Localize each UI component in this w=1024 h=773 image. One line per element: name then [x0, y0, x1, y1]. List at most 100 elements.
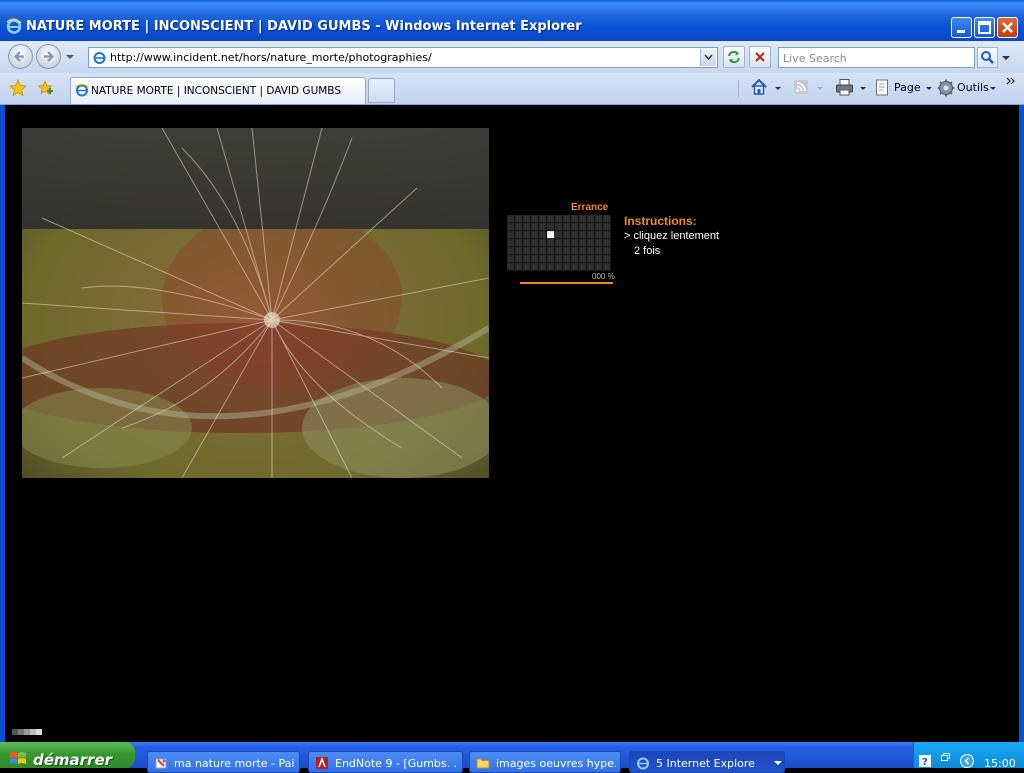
address-field[interactable]: http://www.incident.net/hors/nature_mort…: [88, 47, 718, 68]
search-button[interactable]: [977, 47, 998, 68]
grid-cell[interactable]: [563, 231, 571, 239]
grid-cell[interactable]: [539, 223, 547, 231]
grid-cell[interactable]: [531, 255, 539, 263]
grid-cell[interactable]: [507, 239, 515, 247]
grid-cell[interactable]: [579, 239, 587, 247]
grid-cell[interactable]: [587, 215, 595, 223]
grid-cell[interactable]: [555, 223, 563, 231]
grid-cell[interactable]: [563, 223, 571, 231]
restore-windows-icon[interactable]: [941, 753, 951, 761]
forward-button[interactable]: [36, 44, 61, 69]
grid-cell[interactable]: [507, 255, 515, 263]
home-button[interactable]: [750, 78, 784, 98]
grid-cell[interactable]: [539, 231, 547, 239]
grid-cell[interactable]: [507, 247, 515, 255]
errance-grid[interactable]: [507, 215, 611, 271]
grid-cell[interactable]: [515, 215, 523, 223]
grid-cell[interactable]: [547, 247, 555, 255]
help-icon[interactable]: ?: [919, 755, 931, 767]
grid-cell[interactable]: [563, 255, 571, 263]
grid-cell[interactable]: [587, 247, 595, 255]
grid-cell[interactable]: [587, 231, 595, 239]
grid-cell[interactable]: [571, 239, 579, 247]
show-hidden-icons-button[interactable]: [960, 754, 974, 768]
grid-cell[interactable]: [523, 255, 531, 263]
recent-pages-dropdown-icon[interactable]: [65, 53, 75, 61]
back-button[interactable]: [8, 44, 33, 69]
grid-cell[interactable]: [531, 247, 539, 255]
grid-cell[interactable]: [603, 255, 611, 263]
grid-cell[interactable]: [603, 247, 611, 255]
grid-cell[interactable]: [523, 239, 531, 247]
grid-cell[interactable]: [603, 231, 611, 239]
grid-cell[interactable]: [571, 223, 579, 231]
grid-cell[interactable]: [579, 247, 587, 255]
grid-cell[interactable]: [579, 231, 587, 239]
grid-cell[interactable]: [507, 215, 515, 223]
search-options-dropdown-icon[interactable]: [999, 47, 1013, 68]
grid-cell[interactable]: [515, 231, 523, 239]
tools-menu-button[interactable]: Outils: [937, 78, 999, 98]
add-favorite-icon[interactable]: [36, 79, 54, 97]
grid-cell[interactable]: [579, 255, 587, 263]
grid-cell[interactable]: [571, 247, 579, 255]
taskbar-item-internet-explorer[interactable]: 5 Internet Explorer: [629, 751, 785, 773]
refresh-button[interactable]: [723, 46, 745, 68]
title-bar[interactable]: NATURE MORTE | INCONSCIENT | DAVID GUMBS…: [0, 0, 1024, 41]
grid-cell[interactable]: [523, 223, 531, 231]
grid-cell[interactable]: [507, 223, 515, 231]
grid-cell[interactable]: [555, 247, 563, 255]
grid-cell[interactable]: [531, 231, 539, 239]
url-text[interactable]: http://www.incident.net/hors/nature_mort…: [110, 51, 432, 64]
grid-cell[interactable]: [595, 239, 603, 247]
grid-cell[interactable]: [571, 255, 579, 263]
dandelion-photograph[interactable]: [22, 128, 489, 478]
grid-cell[interactable]: [571, 231, 579, 239]
grid-cell[interactable]: [595, 223, 603, 231]
grid-cell[interactable]: [515, 223, 523, 231]
close-window-button[interactable]: [997, 17, 1018, 38]
grid-cell[interactable]: [539, 255, 547, 263]
grid-cell[interactable]: [595, 255, 603, 263]
favorites-star-icon[interactable]: [9, 79, 27, 97]
grid-cell[interactable]: [523, 231, 531, 239]
grid-cell[interactable]: [603, 223, 611, 231]
tab-nature-morte[interactable]: NATURE MORTE | INCONSCIENT | DAVID GUMBS: [70, 77, 366, 104]
grid-cell[interactable]: [563, 215, 571, 223]
grid-cell[interactable]: [539, 215, 547, 223]
chevron-more-icon[interactable]: [1006, 76, 1018, 86]
grid-cell[interactable]: [579, 223, 587, 231]
grid-cell[interactable]: [515, 247, 523, 255]
taskbar-item-endnote[interactable]: EndNote 9 - [Gumbs. ...: [308, 751, 463, 773]
taskbar-item-folder[interactable]: images oeuvres hype...: [469, 751, 621, 773]
grid-cell[interactable]: [579, 215, 587, 223]
grid-cell[interactable]: [579, 263, 587, 271]
grid-cell[interactable]: [547, 239, 555, 247]
grid-cell[interactable]: [555, 255, 563, 263]
grid-cell[interactable]: [539, 239, 547, 247]
grid-cell[interactable]: [603, 239, 611, 247]
grid-cell[interactable]: [515, 239, 523, 247]
grid-cell[interactable]: [547, 215, 555, 223]
grid-cell[interactable]: [531, 263, 539, 271]
print-button[interactable]: [835, 78, 869, 98]
maximize-button[interactable]: [974, 17, 995, 38]
grid-cell[interactable]: [539, 263, 547, 271]
grid-cell[interactable]: [515, 263, 523, 271]
grid-cell[interactable]: [587, 223, 595, 231]
grid-cell[interactable]: [563, 247, 571, 255]
grid-cell[interactable]: [571, 215, 579, 223]
new-tab-button[interactable]: [368, 78, 395, 103]
grid-cell[interactable]: [515, 255, 523, 263]
grid-cell[interactable]: [539, 247, 547, 255]
grid-cell[interactable]: [595, 231, 603, 239]
grid-cell[interactable]: [555, 263, 563, 271]
page-menu-button[interactable]: Page: [875, 78, 933, 98]
start-button[interactable]: démarrer: [0, 742, 135, 769]
grid-cell[interactable]: [531, 223, 539, 231]
grid-cell[interactable]: [571, 263, 579, 271]
grid-cell-active[interactable]: [547, 231, 555, 239]
grid-cell[interactable]: [563, 239, 571, 247]
grid-cell[interactable]: [523, 247, 531, 255]
grid-cell[interactable]: [507, 231, 515, 239]
